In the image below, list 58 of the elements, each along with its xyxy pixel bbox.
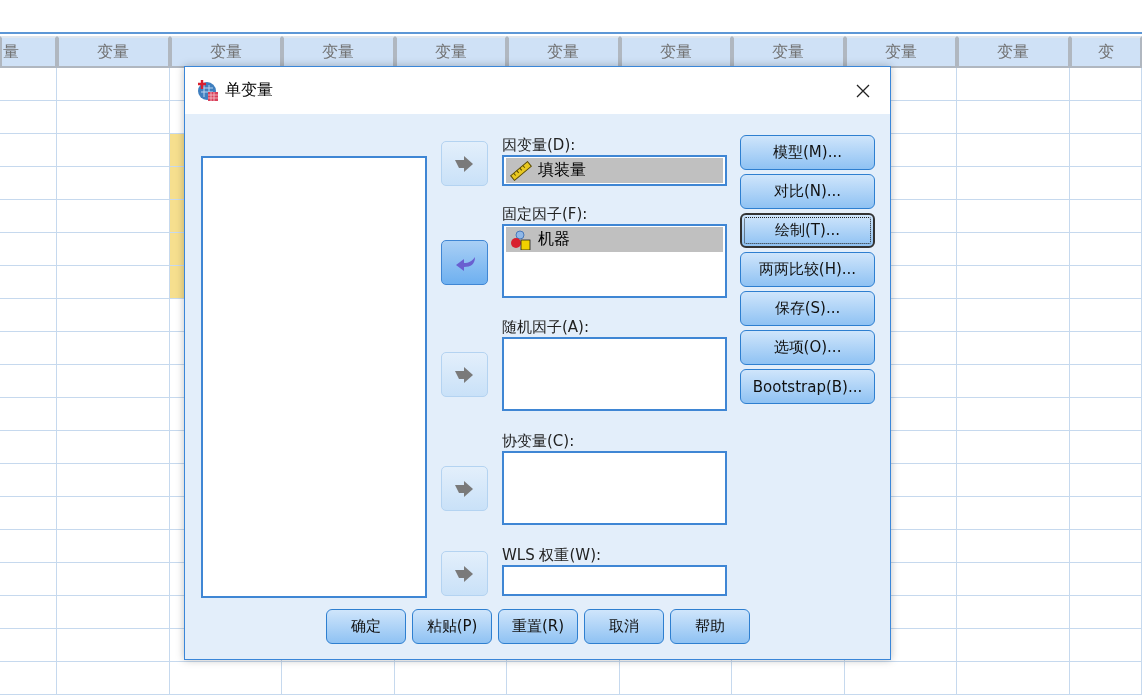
table-cell — [0, 497, 57, 530]
table-cell — [0, 233, 57, 266]
table-cell — [0, 398, 57, 431]
dialog-button[interactable]: 确定 — [326, 609, 406, 644]
dialog-button[interactable]: 两两比较(H)... — [740, 252, 875, 287]
dialog-button[interactable]: 保存(S)... — [740, 291, 875, 326]
field-label: 协变量(C): — [502, 431, 576, 451]
table-cell — [0, 299, 57, 332]
dialog-button[interactable]: 模型(M)... — [740, 135, 875, 170]
move-button[interactable] — [441, 240, 488, 285]
target-list[interactable]: 机器 — [502, 224, 727, 298]
app-icon — [197, 79, 219, 102]
target-list[interactable] — [502, 565, 727, 596]
table-cell — [0, 134, 57, 167]
target-list[interactable] — [502, 337, 727, 411]
column-header[interactable]: 变量 — [394, 36, 507, 68]
table-cell — [0, 431, 57, 464]
column-header[interactable]: 变量 — [844, 36, 957, 68]
table-cell — [0, 662, 57, 695]
column-header[interactable]: 量 — [0, 36, 57, 68]
variable-item[interactable]: 机器 — [506, 227, 723, 252]
dialog-button[interactable]: 重置(R) — [498, 609, 578, 644]
table-cell — [0, 365, 57, 398]
table-cell — [0, 101, 57, 134]
table-cell — [0, 563, 57, 596]
dialog-button[interactable]: 帮助 — [670, 609, 750, 644]
dialog-button[interactable]: Bootstrap(B)... — [740, 369, 875, 404]
column-header[interactable]: 变量 — [957, 36, 1070, 68]
dialog-button[interactable]: 绘制(T)... — [740, 213, 875, 248]
target-list[interactable] — [502, 451, 727, 525]
table-cell — [0, 530, 57, 563]
table-cell — [0, 332, 57, 365]
field-label: 随机因子(A): — [502, 317, 591, 337]
table-cell — [0, 68, 57, 101]
dialog-button[interactable]: 选项(O)... — [740, 330, 875, 365]
table-cell — [0, 200, 57, 233]
field-label: WLS 权重(W): — [502, 545, 603, 565]
column-header[interactable]: 变量 — [282, 36, 395, 68]
table-cell — [0, 596, 57, 629]
column-header[interactable]: 变量 — [169, 36, 282, 68]
window-title: 单变量 — [225, 80, 274, 101]
dialog-button[interactable]: 对比(N)... — [740, 174, 875, 209]
column-header[interactable]: 变量 — [619, 36, 732, 68]
column-header[interactable]: 变量 — [57, 36, 170, 68]
table-cell — [0, 167, 57, 200]
table-cell — [0, 629, 57, 662]
column-header[interactable]: 变 — [1069, 36, 1142, 68]
field-label: 因变量(D): — [502, 135, 577, 155]
column-header[interactable]: 变量 — [507, 36, 620, 68]
variable-list[interactable] — [201, 156, 427, 598]
dialog-button[interactable]: 取消 — [584, 609, 664, 644]
table-cell — [0, 464, 57, 497]
column-header[interactable]: 变量 — [732, 36, 845, 68]
dialog-button[interactable]: 粘贴(P) — [412, 609, 492, 644]
field-label: 固定因子(F): — [502, 204, 589, 224]
nominal-icon — [510, 229, 532, 250]
table-cell — [0, 266, 57, 299]
close-icon — [856, 83, 870, 98]
